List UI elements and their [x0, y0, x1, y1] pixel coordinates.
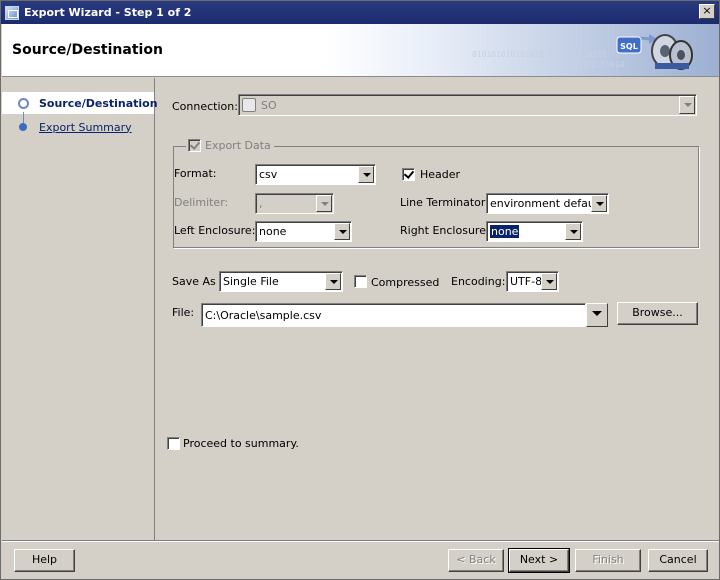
export-data-checkbox[interactable] — [188, 139, 201, 152]
left-enclosure-select[interactable]: none — [255, 221, 352, 242]
chevron-down-icon[interactable] — [541, 273, 557, 290]
database-connection-icon — [242, 98, 256, 112]
browse-button[interactable]: Browse... — [617, 302, 698, 325]
nav-item-source-destination[interactable]: Source/Destination — [2, 92, 158, 114]
next-button[interactable]: Next > — [508, 548, 570, 573]
sql-logo-text: SQL — [620, 42, 638, 51]
wizard-header: Source/Destination 010101010101010101010… — [2, 24, 719, 77]
export-wizard-window: Export Wizard - Step 1 of 2 × Source/Des… — [0, 0, 720, 580]
save-as-label: Save As — [172, 275, 216, 288]
sql-export-graphic: SQL — [616, 34, 693, 70]
left-enclosure-label: Left Enclosure: — [174, 224, 256, 237]
proceed-to-summary-checkbox[interactable] — [167, 437, 180, 450]
file-path-value: C:\Oracle\sample.csv — [205, 308, 322, 322]
export-data-legend: Export Data — [186, 139, 274, 152]
compressed-label: Compressed — [371, 276, 440, 289]
delimiter-value: , — [259, 197, 263, 210]
encoding-value: UTF-8 — [510, 275, 543, 288]
encoding-label: Encoding: — [451, 275, 506, 288]
source-destination-panel: Connection: SO Export Data Format: csv H… — [156, 78, 719, 540]
line-terminator-select[interactable]: environment default — [486, 193, 609, 214]
help-button[interactable]: Help — [14, 549, 75, 572]
connection-label: Connection: — [172, 100, 238, 113]
line-terminator-value: environment default — [490, 197, 603, 210]
current-step-icon — [18, 97, 29, 109]
wizard-nav: Source/Destination Export Summary — [2, 78, 158, 540]
compressed-checkbox[interactable] — [354, 275, 367, 288]
binary-decoration: 0101010101010101010101010101 — [472, 50, 607, 59]
chevron-down-icon[interactable] — [358, 166, 374, 183]
line-terminator-label: Line Terminator: — [400, 196, 489, 209]
header-label: Header — [420, 168, 461, 181]
back-button[interactable]: < Back — [448, 549, 504, 572]
right-enclosure-select[interactable]: none — [486, 221, 583, 242]
chevron-down-icon[interactable] — [334, 223, 350, 240]
export-data-label: Export Data — [205, 139, 271, 152]
right-enclosure-label: Right Enclosure: — [400, 224, 490, 237]
step-title: Source/Destination — [12, 42, 163, 58]
connection-value: SO — [261, 98, 277, 112]
connection-select[interactable]: SO — [238, 94, 697, 116]
chevron-down-icon[interactable] — [316, 195, 332, 212]
nav-item-label: Export Summary — [39, 120, 132, 134]
chevron-down-icon[interactable] — [325, 273, 341, 290]
close-button[interactable]: × — [699, 4, 715, 19]
file-path-input[interactable]: C:\Oracle\sample.csv — [201, 303, 586, 327]
file-history-dropdown[interactable] — [586, 303, 608, 327]
nav-item-export-summary[interactable]: Export Summary — [2, 116, 154, 138]
delimiter-label: Delimiter: — [174, 196, 229, 209]
app-icon — [5, 5, 19, 20]
chevron-down-icon[interactable] — [565, 223, 581, 240]
finish-button[interactable]: Finish — [575, 549, 641, 572]
file-label: File: — [172, 306, 195, 319]
chevron-down-icon[interactable] — [591, 195, 607, 212]
cancel-button[interactable]: Cancel — [648, 549, 708, 572]
right-enclosure-value: none — [490, 225, 520, 238]
left-enclosure-value: none — [259, 225, 287, 238]
save-as-value: Single File — [223, 275, 279, 288]
format-value: csv — [259, 168, 278, 181]
footer-separator — [2, 540, 719, 542]
header-checkbox[interactable] — [402, 168, 415, 181]
window-title: Export Wizard - Step 1 of 2 — [24, 6, 192, 19]
proceed-to-summary-label: Proceed to summary. — [183, 437, 299, 450]
format-label: Format: — [174, 167, 217, 180]
nav-item-label: Source/Destination — [39, 96, 158, 110]
title-bar[interactable]: Export Wizard - Step 1 of 2 × — [1, 1, 719, 24]
chevron-down-icon[interactable] — [679, 96, 695, 114]
encoding-select[interactable]: UTF-8 — [506, 271, 559, 292]
delimiter-select[interactable]: , — [255, 193, 334, 214]
step-icon — [19, 123, 27, 131]
save-as-select[interactable]: Single File — [219, 271, 343, 292]
format-select[interactable]: csv — [255, 164, 376, 185]
